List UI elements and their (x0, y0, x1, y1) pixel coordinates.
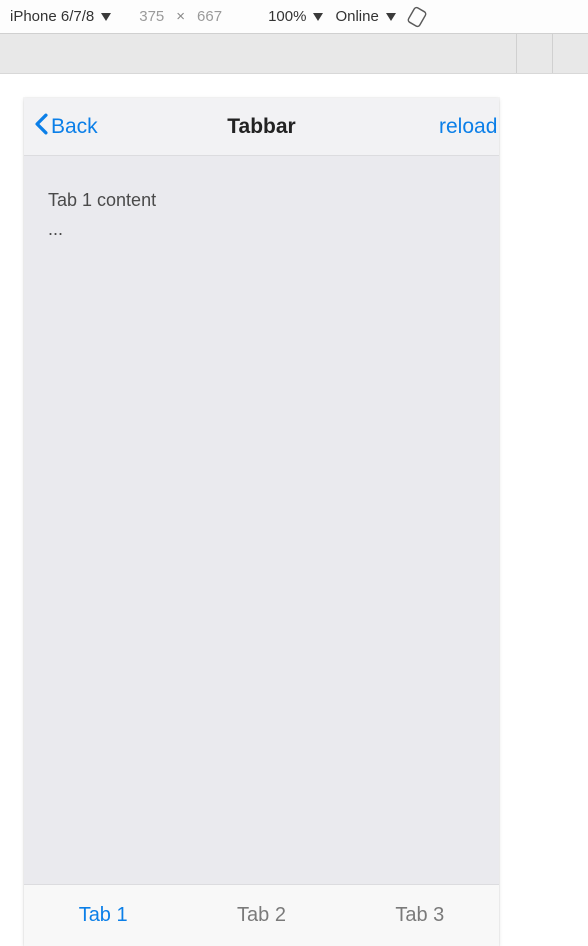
caret-down-icon (101, 13, 111, 21)
tab-label: Tab 3 (395, 904, 444, 927)
caret-down-icon (313, 13, 323, 21)
rotate-device-button[interactable] (406, 6, 428, 28)
viewport-dimensions: 375 × 667 (139, 8, 222, 25)
toolbar-slot[interactable] (516, 34, 552, 73)
reload-label: reload (439, 115, 497, 138)
chevron-left-icon (34, 113, 49, 141)
network-label: Online (335, 8, 378, 25)
tab-label: Tab 1 (79, 904, 128, 927)
content-line: ... (48, 215, 475, 244)
back-button[interactable]: Back (24, 113, 98, 141)
tab-label: Tab 2 (237, 904, 286, 927)
caret-down-icon (386, 13, 396, 21)
zoom-label: 100% (268, 8, 306, 25)
device-frame: Back Tabbar reload Tab 1 content ... Tab… (24, 98, 499, 946)
viewport-height[interactable]: 667 (197, 8, 222, 25)
device-canvas: Back Tabbar reload Tab 1 content ... Tab… (0, 74, 588, 946)
content-line: Tab 1 content (48, 186, 475, 215)
device-select-label: iPhone 6/7/8 (10, 8, 94, 25)
back-label: Back (51, 115, 98, 139)
tab-1[interactable]: Tab 1 (24, 885, 182, 946)
viewport-width[interactable]: 375 (139, 8, 164, 25)
tab-3[interactable]: Tab 3 (341, 885, 499, 946)
device-select[interactable]: iPhone 6/7/8 (10, 8, 111, 25)
dimension-separator: × (176, 8, 185, 25)
tab-content: Tab 1 content ... (24, 156, 499, 884)
zoom-select[interactable]: 100% (268, 8, 323, 25)
secondary-toolbar (0, 34, 588, 74)
devtools-toolbar: iPhone 6/7/8 375 × 667 100% Online (0, 0, 588, 34)
navigation-bar: Back Tabbar reload (24, 98, 499, 156)
tab-2[interactable]: Tab 2 (182, 885, 340, 946)
tabbar: Tab 1 Tab 2 Tab 3 (24, 884, 499, 946)
reload-button[interactable]: reload (439, 115, 499, 139)
network-select[interactable]: Online (335, 8, 395, 25)
toolbar-slot[interactable] (552, 34, 588, 73)
